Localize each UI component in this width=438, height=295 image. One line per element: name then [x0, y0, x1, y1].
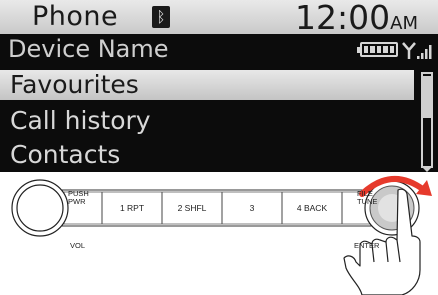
battery-icon: [357, 42, 398, 57]
preset-button-1-rpt[interactable]: 1 RPT: [102, 191, 162, 225]
clock: 12:00AM: [295, 0, 418, 37]
clock-time: 12:00: [295, 0, 391, 37]
device-name: Device Name: [8, 35, 169, 63]
scrollbar-thumb[interactable]: [423, 76, 431, 118]
tune-knob-bottom-label: ENTER: [354, 241, 380, 250]
device-row: Device Name: [0, 34, 438, 64]
preset-button-3[interactable]: 3: [222, 191, 282, 225]
signal-strength-icon: [402, 42, 432, 59]
clock-suffix: AM: [390, 13, 418, 34]
display-screen: Phone ᛒ 12:00AM Device Name Favourites C…: [0, 0, 438, 172]
bluetooth-icon: ᛒ: [152, 6, 170, 28]
power-knob-top-label: PUSH PWR: [68, 189, 89, 206]
power-volume-knob[interactable]: [11, 179, 69, 237]
power-knob-bottom-label: VOL: [70, 241, 86, 250]
status-bar: Phone ᛒ 12:00AM: [0, 0, 438, 37]
menu-item-contacts[interactable]: Contacts: [0, 140, 414, 170]
screen-title: Phone: [32, 1, 119, 32]
menu-item-favourites[interactable]: Favourites: [0, 70, 414, 100]
preset-button-2-shfl[interactable]: 2 SHFL: [162, 191, 222, 225]
tune-knob-top-label: FILE TUNE: [357, 189, 378, 206]
preset-button-4-back[interactable]: 4 BACK: [282, 191, 342, 225]
menu-item-call-history[interactable]: Call history: [0, 106, 414, 136]
